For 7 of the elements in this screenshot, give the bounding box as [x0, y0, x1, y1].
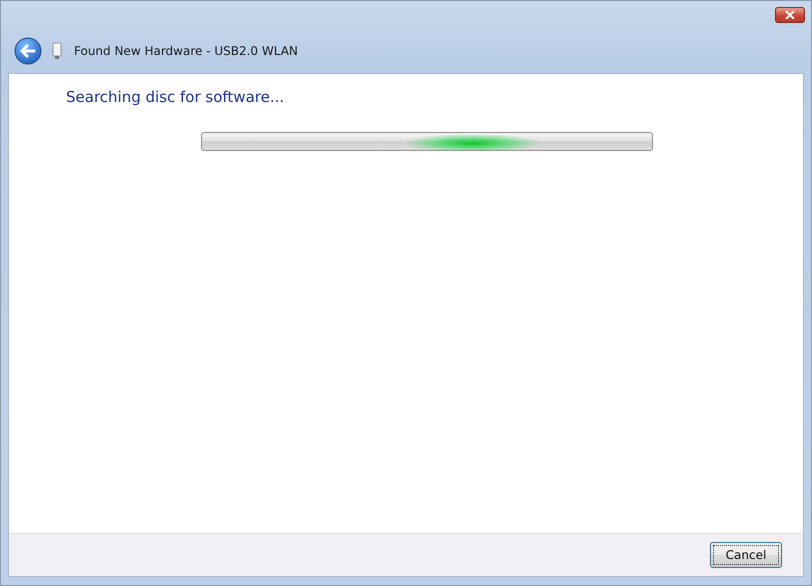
close-button[interactable] — [775, 7, 805, 23]
back-button[interactable] — [14, 37, 42, 65]
status-heading: Searching disc for software... — [66, 88, 286, 106]
cancel-button[interactable]: Cancel — [710, 542, 782, 568]
close-icon — [785, 11, 795, 19]
window-title: Found New Hardware - USB2.0 WLAN — [74, 44, 298, 58]
usb-device-icon — [52, 42, 62, 60]
